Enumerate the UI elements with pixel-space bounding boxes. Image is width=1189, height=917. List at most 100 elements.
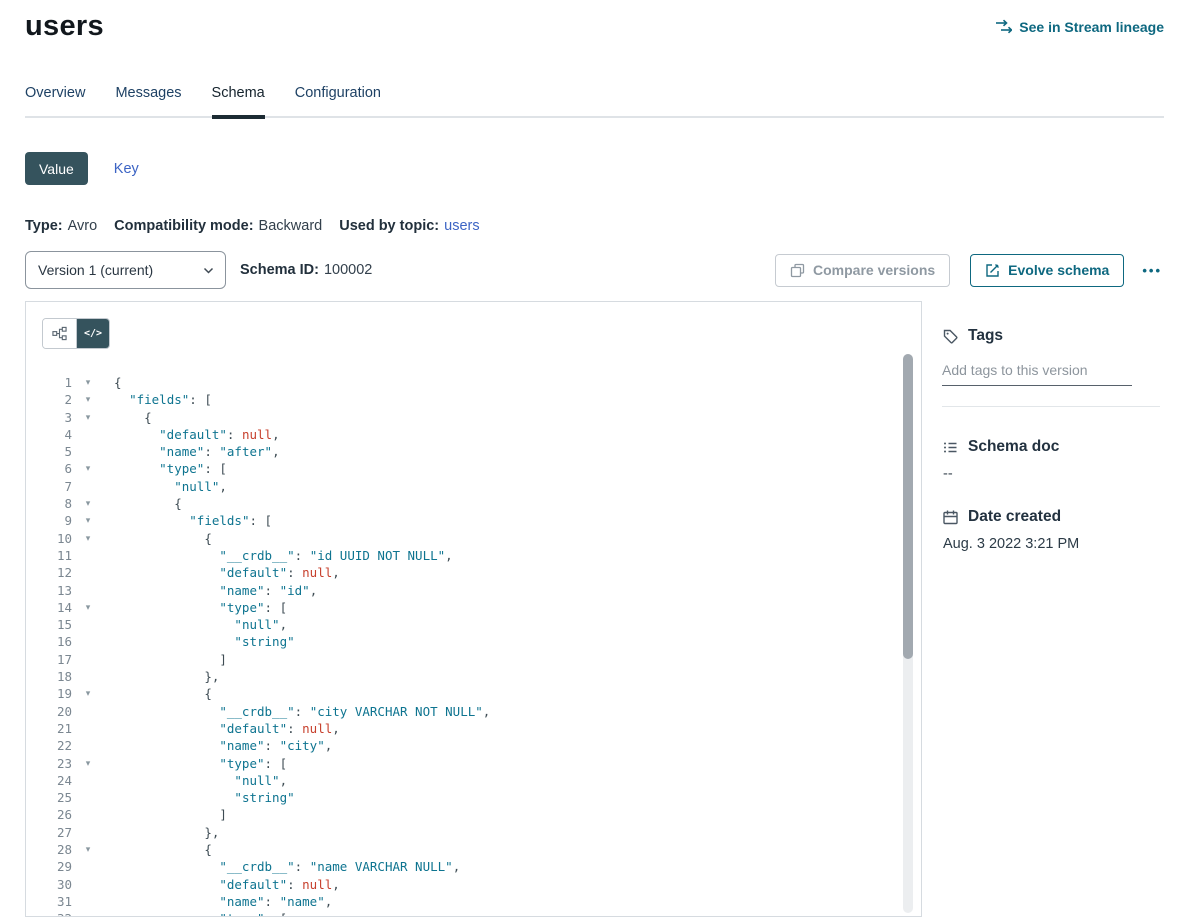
fold-spacer: [80, 893, 96, 910]
code-line-text: "string": [96, 633, 295, 650]
line-number: 24: [26, 772, 80, 789]
edit-schema-icon: [985, 263, 1000, 278]
add-tags-input[interactable]: [942, 358, 1132, 386]
line-number: 21: [26, 720, 80, 737]
tab-configuration[interactable]: Configuration: [295, 85, 381, 116]
code-line: 21 "default": null,: [26, 720, 921, 737]
version-select-value: Version 1 (current): [38, 262, 153, 278]
stream-lineage-label: See in Stream lineage: [1019, 19, 1164, 35]
evolve-schema-label: Evolve schema: [1008, 262, 1109, 278]
line-number: 2: [26, 391, 80, 408]
compare-versions-button[interactable]: Compare versions: [775, 254, 950, 287]
code-line: 16 "string": [26, 633, 921, 650]
line-number: 17: [26, 651, 80, 668]
code-line: 25 "string": [26, 789, 921, 806]
fold-toggle-icon[interactable]: ▾: [80, 910, 96, 916]
fold-toggle-icon[interactable]: ▾: [80, 460, 96, 477]
line-number: 8: [26, 495, 80, 512]
code-line-text: "__crdb__": "id UUID NOT NULL",: [96, 547, 453, 564]
line-number: 4: [26, 426, 80, 443]
code-line-text: {: [96, 374, 122, 391]
fold-spacer: [80, 824, 96, 841]
schema-doc-header: Schema doc: [942, 438, 1164, 456]
fold-toggle-icon[interactable]: ▾: [80, 495, 96, 512]
stream-lineage-link[interactable]: See in Stream lineage: [995, 18, 1164, 35]
code-area: 1▾{2▾ "fields": [3▾ {4 "default": null,5…: [26, 374, 921, 916]
code-line-text: "type": [: [96, 910, 287, 916]
key-toggle-link[interactable]: Key: [114, 161, 139, 177]
code-line-text: "default": null,: [96, 876, 340, 893]
line-number: 28: [26, 841, 80, 858]
code-line-text: "null",: [96, 772, 287, 789]
code-line: 6▾ "type": [: [26, 460, 921, 477]
fold-toggle-icon[interactable]: ▾: [80, 374, 96, 391]
schema-id-label: Schema ID:: [240, 262, 319, 278]
schema-doc-icon: [942, 439, 959, 456]
code-line: 10▾ {: [26, 530, 921, 547]
code-line: 15 "null",: [26, 616, 921, 633]
code-line-text: },: [96, 668, 219, 685]
sidebar-divider: [942, 406, 1160, 407]
fold-toggle-icon[interactable]: ▾: [80, 512, 96, 529]
line-number: 19: [26, 685, 80, 702]
code-line-text: "type": [: [96, 755, 287, 772]
date-created-title: Date created: [968, 508, 1061, 526]
line-number: 3: [26, 409, 80, 426]
fold-toggle-icon[interactable]: ▾: [80, 685, 96, 702]
code-line-text: "name": "city",: [96, 737, 332, 754]
fold-toggle-icon[interactable]: ▾: [80, 391, 96, 408]
schema-sidebar: Tags Schema doc --: [922, 301, 1164, 917]
code-line: 28▾ {: [26, 841, 921, 858]
code-line: 5 "name": "after",: [26, 443, 921, 460]
code-line: 3▾ {: [26, 409, 921, 426]
fold-spacer: [80, 789, 96, 806]
editor-scrollbar-thumb[interactable]: [903, 354, 913, 659]
value-toggle-button[interactable]: Value: [25, 152, 88, 185]
schema-doc-value: --: [942, 466, 1164, 482]
code-line-text: "name": "id",: [96, 582, 317, 599]
code-line-text: "default": null,: [96, 426, 280, 443]
schema-doc-title: Schema doc: [968, 438, 1059, 456]
code-line-text: "type": [: [96, 460, 227, 477]
code-line: 13 "name": "id",: [26, 582, 921, 599]
editor-scrollbar-track[interactable]: [903, 354, 913, 913]
code-line-text: "type": [: [96, 599, 287, 616]
code-line-text: {: [96, 841, 212, 858]
fold-toggle-icon[interactable]: ▾: [80, 409, 96, 426]
version-select[interactable]: Version 1 (current): [25, 251, 226, 289]
tree-view-toggle[interactable]: [43, 319, 76, 348]
code-line: 12 "default": null,: [26, 564, 921, 581]
fold-toggle-icon[interactable]: ▾: [80, 841, 96, 858]
code-line: 24 "null",: [26, 772, 921, 789]
more-options-button[interactable]: •••: [1140, 263, 1164, 278]
line-number: 27: [26, 824, 80, 841]
line-number: 13: [26, 582, 80, 599]
fold-toggle-icon[interactable]: ▾: [80, 530, 96, 547]
tree-view-icon: [52, 326, 67, 341]
tab-overview[interactable]: Overview: [25, 85, 85, 116]
line-number: 10: [26, 530, 80, 547]
fold-toggle-icon[interactable]: ▾: [80, 599, 96, 616]
line-number: 16: [26, 633, 80, 650]
code-line: 11 "__crdb__": "id UUID NOT NULL",: [26, 547, 921, 564]
code-line: 7 "null",: [26, 478, 921, 495]
code-line-text: "__crdb__": "city VARCHAR NOT NULL",: [96, 703, 490, 720]
line-number: 29: [26, 858, 80, 875]
tab-schema[interactable]: Schema: [212, 85, 265, 116]
code-line: 26 ]: [26, 806, 921, 823]
evolve-schema-button[interactable]: Evolve schema: [970, 254, 1124, 287]
tab-messages[interactable]: Messages: [115, 85, 181, 116]
fold-spacer: [80, 876, 96, 893]
fold-spacer: [80, 582, 96, 599]
code-line: 23▾ "type": [: [26, 755, 921, 772]
tags-header: Tags: [942, 327, 1164, 345]
fold-spacer: [80, 720, 96, 737]
fold-spacer: [80, 703, 96, 720]
code-line: 4 "default": null,: [26, 426, 921, 443]
code-line: 22 "name": "city",: [26, 737, 921, 754]
fold-toggle-icon[interactable]: ▾: [80, 755, 96, 772]
schema-doc-section: Schema doc --: [942, 438, 1164, 482]
code-view-toggle[interactable]: </>: [76, 319, 109, 348]
topic-link[interactable]: users: [444, 218, 479, 234]
compare-versions-label: Compare versions: [813, 262, 935, 278]
